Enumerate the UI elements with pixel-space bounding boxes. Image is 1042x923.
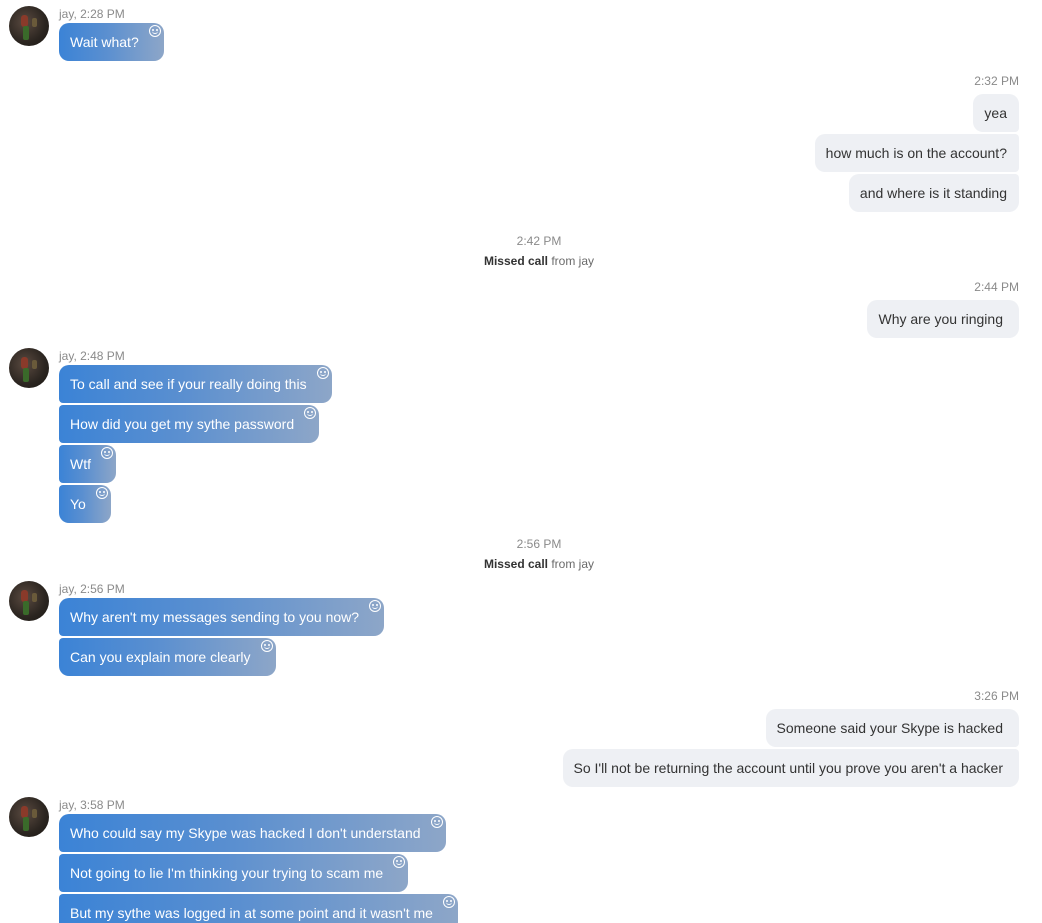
smiley-face-icon[interactable]	[393, 856, 406, 868]
message-text: But my sythe was logged in at some point…	[70, 905, 433, 921]
message-bubble[interactable]: and where is it standing	[848, 174, 1019, 212]
message-bubble[interactable]: So I'll not be returning the account unt…	[562, 749, 1019, 787]
missed-call-from: from jay	[551, 254, 595, 268]
message-timestamp: 2:32 PM	[974, 74, 1019, 88]
sender-timestamp: jay, 2:28 PM	[59, 7, 125, 21]
message-text: So I'll not be returning the account unt…	[573, 760, 1004, 776]
missed-call-notice: 2:42 PM Missed call from jay	[0, 233, 1042, 269]
message-bubble[interactable]: Why are you ringing	[867, 300, 1019, 338]
message-text: Wait what?	[70, 34, 139, 50]
message-bubble[interactable]: yea	[973, 94, 1019, 132]
message-bubble[interactable]: how much is on the account?	[814, 134, 1019, 172]
message-text: To call and see if your really doing thi…	[70, 376, 307, 392]
smiley-face-icon[interactable]	[148, 25, 161, 37]
message-bubble[interactable]: Why aren't my messages sending to you no…	[59, 598, 385, 636]
message-text: Why aren't my messages sending to you no…	[70, 609, 360, 625]
chat-thread[interactable]: jay, 2:28 PM Wait what? 2:32 PM yea how …	[0, 0, 1042, 923]
message-timestamp: 3:26 PM	[974, 689, 1019, 703]
message-bubble[interactable]: Not going to lie I'm thinking your tryin…	[59, 854, 409, 892]
message-bubble[interactable]: To call and see if your really doing thi…	[59, 365, 332, 403]
smiley-face-icon[interactable]	[95, 487, 108, 499]
smiley-face-icon[interactable]	[442, 896, 455, 908]
message-bubble[interactable]: Someone said your Skype is hacked	[765, 709, 1019, 747]
missed-call-from: from jay	[551, 557, 595, 571]
smiley-face-icon[interactable]	[101, 447, 113, 459]
missed-call-label: Missed call	[483, 557, 548, 571]
smiley-face-icon[interactable]	[316, 367, 329, 379]
system-timestamp: 2:56 PM	[516, 537, 562, 551]
message-text: how much is on the account?	[825, 145, 1007, 161]
message-bubble[interactable]: Wtf	[59, 445, 116, 483]
message-text: Someone said your Skype is hacked	[776, 720, 1003, 736]
message-text: Wtf	[70, 456, 91, 472]
message-bubble[interactable]: Who could say my Skype was hacked I don'…	[59, 814, 446, 852]
smiley-face-icon[interactable]	[260, 640, 273, 652]
message-text: Yo	[70, 496, 86, 512]
message-text: Why are you ringing	[878, 311, 1003, 327]
system-timestamp: 2:42 PM	[516, 234, 562, 248]
message-text: Who could say my Skype was hacked I don'…	[70, 825, 421, 841]
smiley-face-icon[interactable]	[369, 600, 382, 612]
sender-timestamp: jay, 2:48 PM	[59, 349, 125, 363]
missed-call-label: Missed call	[483, 254, 548, 268]
message-text: Can you explain more clearly	[70, 649, 251, 665]
sender-timestamp: jay, 3:58 PM	[59, 798, 125, 812]
avatar[interactable]	[9, 348, 49, 388]
smiley-face-icon[interactable]	[430, 816, 443, 828]
avatar[interactable]	[9, 797, 49, 837]
sender-timestamp: jay, 2:56 PM	[59, 582, 125, 596]
message-bubble[interactable]: Wait what?	[59, 23, 164, 61]
avatar[interactable]	[9, 6, 49, 46]
message-timestamp: 2:44 PM	[974, 280, 1019, 294]
message-text: Not going to lie I'm thinking your tryin…	[70, 865, 384, 881]
message-text: and where is it standing	[859, 185, 1007, 201]
message-text: yea	[984, 105, 1007, 121]
message-bubble[interactable]: Yo	[59, 485, 111, 523]
smiley-face-icon[interactable]	[304, 407, 317, 419]
message-bubble[interactable]: Can you explain more clearly	[59, 638, 276, 676]
message-bubble[interactable]: How did you get my sythe password	[59, 405, 320, 443]
missed-call-notice: 2:56 PM Missed call from jay	[0, 536, 1042, 572]
message-bubble[interactable]: But my sythe was logged in at some point…	[59, 894, 458, 923]
avatar[interactable]	[9, 581, 49, 621]
message-text: How did you get my sythe password	[70, 416, 295, 432]
